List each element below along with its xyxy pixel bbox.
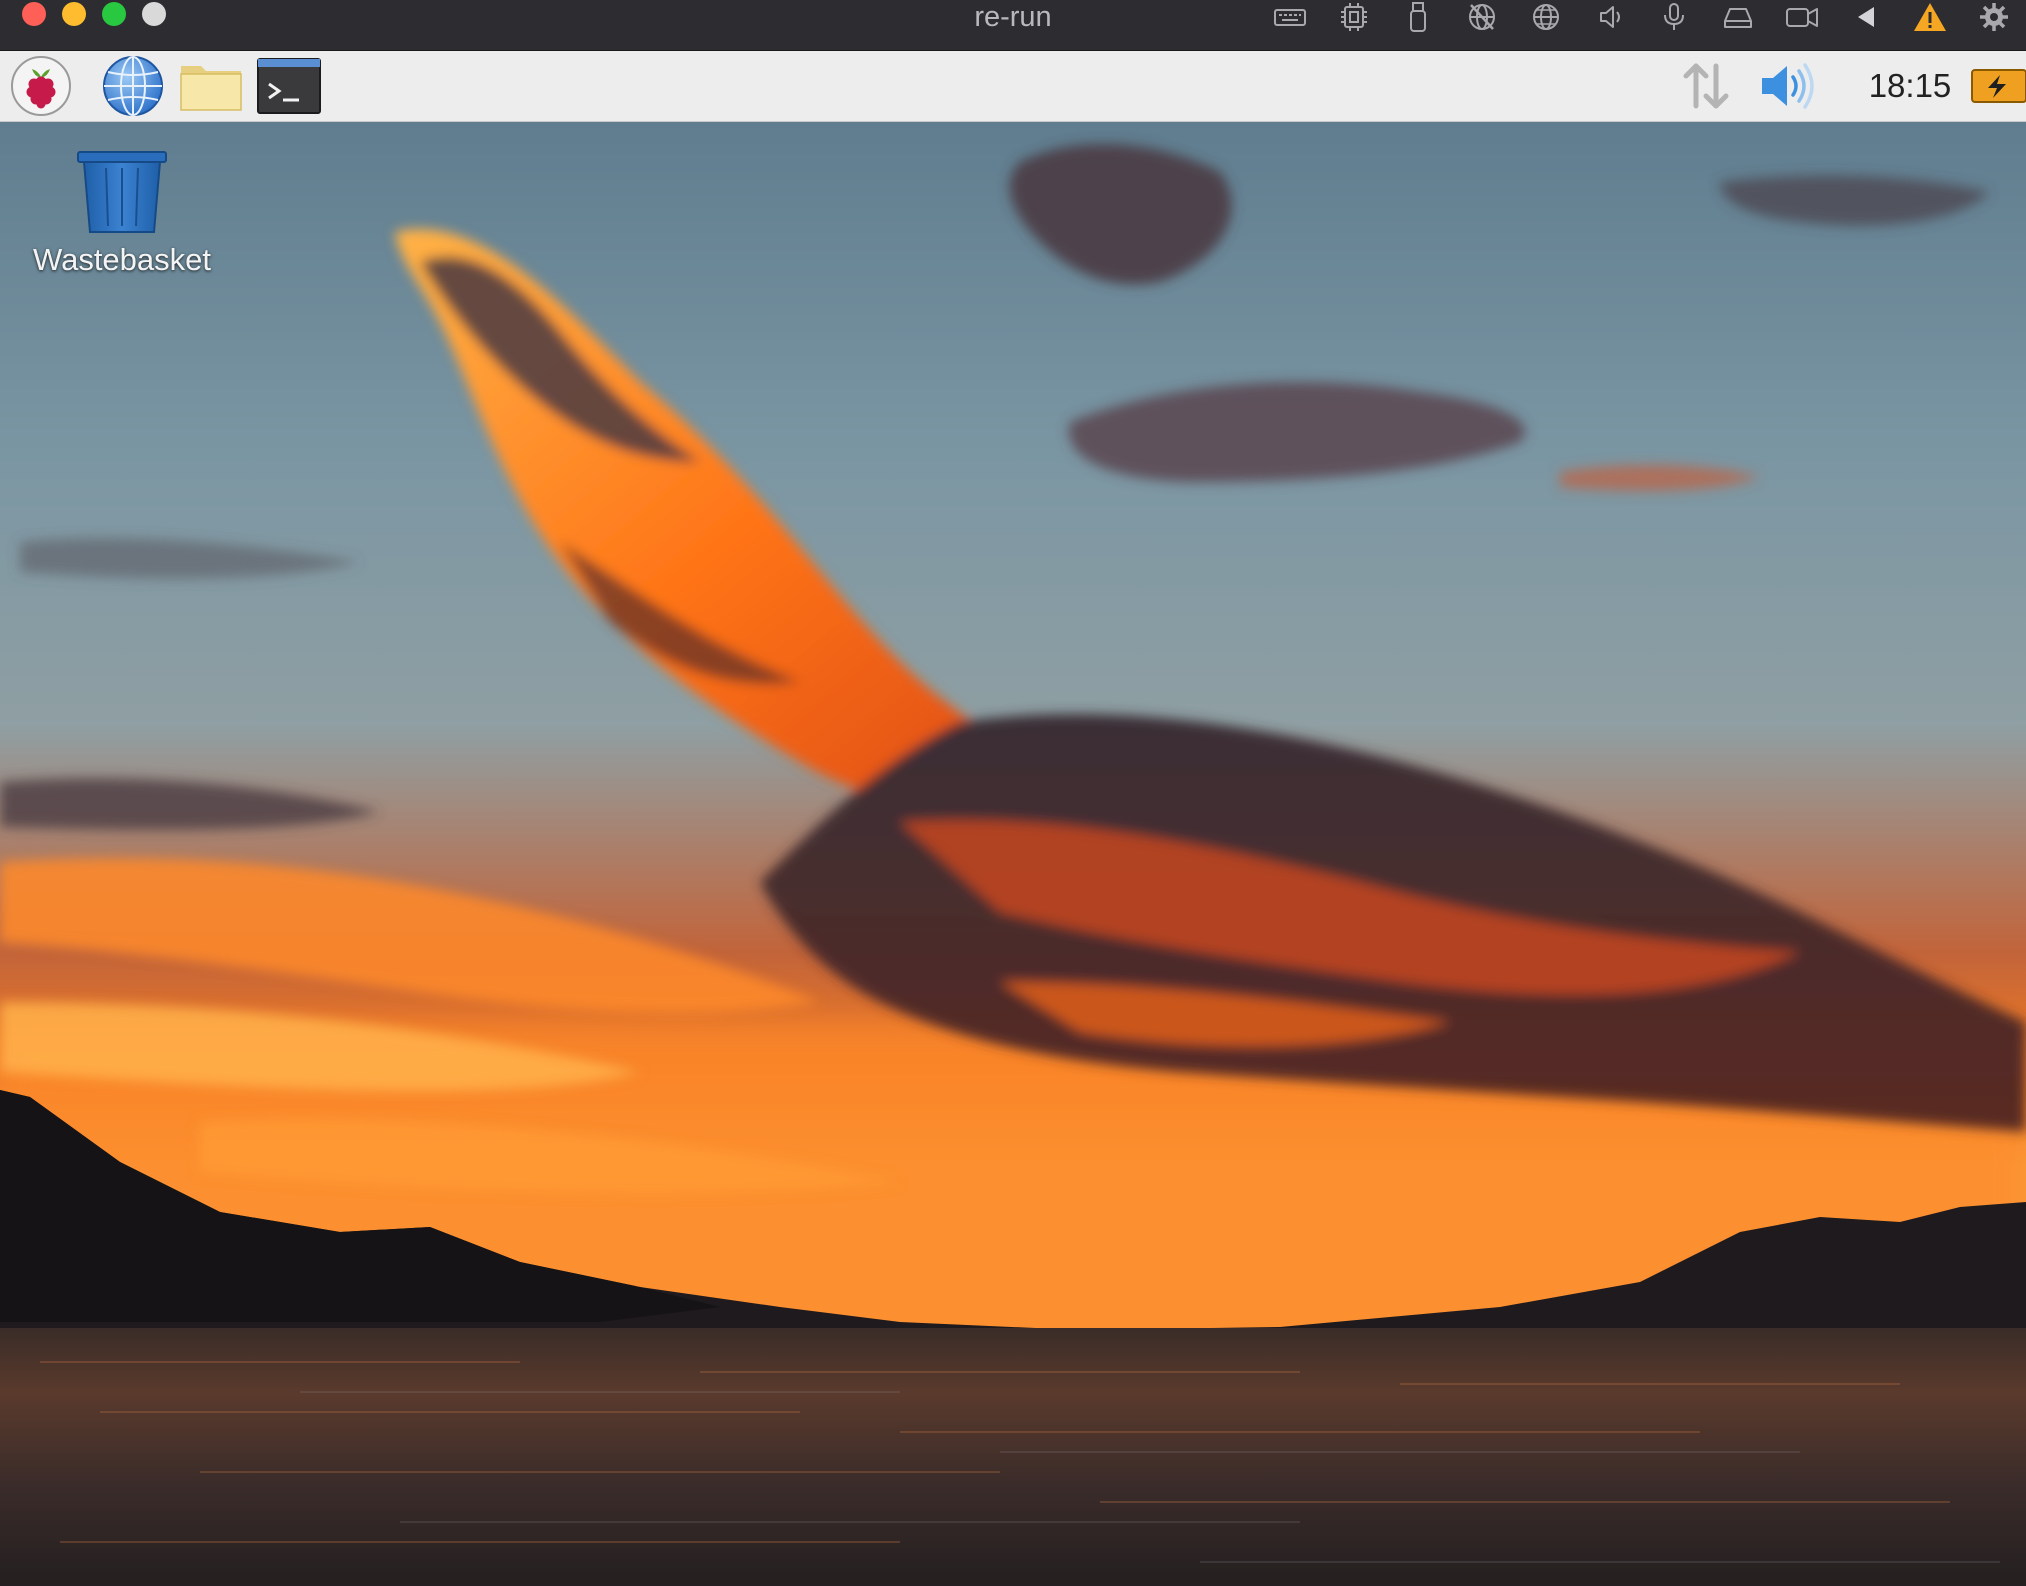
- usb-drive-icon[interactable]: [1386, 0, 1450, 34]
- gear-icon[interactable]: [1962, 0, 2026, 34]
- desktop-icon-label: Wastebasket: [32, 242, 212, 277]
- globe-icon[interactable]: [1514, 0, 1578, 34]
- microphone-icon[interactable]: [1642, 0, 1706, 34]
- raspberry-menu-icon[interactable]: [8, 56, 74, 116]
- window-close-button[interactable]: [22, 2, 46, 26]
- desktop[interactable]: Wastebasket: [0, 122, 2026, 1586]
- terminal-icon[interactable]: [256, 56, 322, 116]
- hard-disk-icon[interactable]: [1706, 0, 1770, 34]
- cpu-chip-icon[interactable]: [1322, 0, 1386, 34]
- window-minimize-button[interactable]: [62, 2, 86, 26]
- keyboard-icon[interactable]: [1258, 0, 1322, 34]
- wastebasket-icon: [77, 151, 167, 233]
- network-arrows-icon[interactable]: [1676, 56, 1736, 116]
- web-browser-icon[interactable]: [100, 56, 166, 116]
- desktop-wallpaper: [0, 122, 2026, 1586]
- warning-icon[interactable]: [1898, 0, 1962, 34]
- volume-icon[interactable]: [1756, 56, 1818, 116]
- window-title-bar: re-run: [0, 0, 2026, 51]
- camera-icon[interactable]: [1770, 0, 1834, 34]
- file-manager-icon[interactable]: [178, 56, 244, 116]
- host-toolbar: [1258, 0, 2026, 34]
- panel-clock[interactable]: 18:15: [1840, 51, 1980, 121]
- window-zoom-button[interactable]: [102, 2, 126, 26]
- send-arrow-icon[interactable]: [1834, 0, 1898, 34]
- top-panel: 18:15: [0, 51, 2026, 122]
- window-extra-button[interactable]: [142, 2, 166, 26]
- battery-icon[interactable]: [1970, 56, 2026, 116]
- speaker-icon[interactable]: [1578, 0, 1642, 34]
- desktop-icon-wastebasket[interactable]: Wastebasket: [24, 150, 220, 278]
- globe-off-icon[interactable]: [1450, 0, 1514, 34]
